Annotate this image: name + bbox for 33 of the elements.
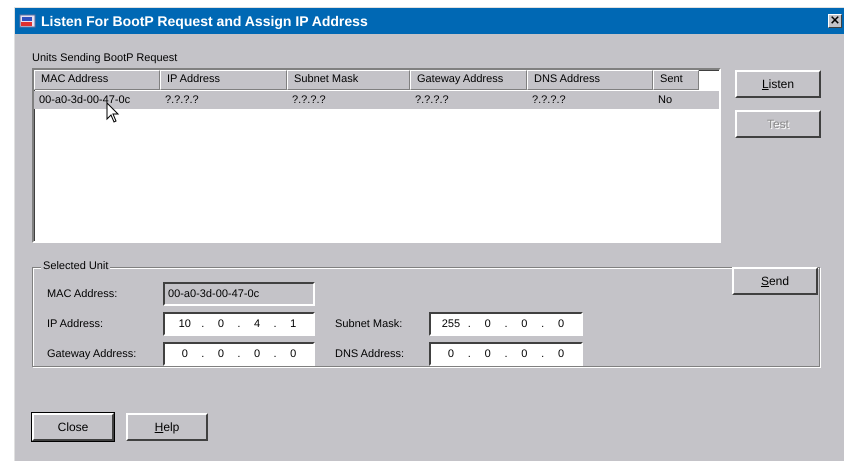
- column-header[interactable]: Gateway Address: [410, 70, 527, 90]
- window-title: Listen For BootP Request and Assign IP Address: [41, 13, 369, 29]
- mac-address-field: 00-a0-3d-00-47-0c: [163, 282, 315, 306]
- field-label: IP Address:: [47, 318, 104, 330]
- field-label: DNS Address:: [335, 348, 406, 360]
- column-header[interactable]: DNS Address: [527, 70, 653, 90]
- ip-address-field[interactable]: 255 . 0 . 0 . 0: [429, 312, 583, 336]
- field-label: Gateway Address:: [47, 348, 138, 360]
- close-dialog-button[interactable]: Close: [32, 413, 114, 441]
- column-header[interactable]: Sent: [653, 70, 699, 90]
- mouse-pointer-icon: [106, 102, 120, 124]
- table-cell-text: ?.?.?.?: [414, 94, 450, 106]
- help-button[interactable]: Help: [126, 413, 208, 441]
- group-label: Selected Unit: [41, 260, 110, 272]
- list-row[interactable]: 00-a0-3d-00-47-0c ?.?.?.? ?.?.?.? ?.?.?.? ?.?.?.? No: [34, 91, 719, 109]
- app-icon: [19, 13, 37, 29]
- column-header[interactable]: MAC Address: [34, 70, 160, 90]
- table-cell-text: ?.?.?.?: [531, 94, 567, 106]
- column-header[interactable]: Subnet Mask: [287, 70, 410, 90]
- close-button[interactable]: ×: [828, 14, 842, 28]
- ip-address-field[interactable]: 0 . 0 . 0 . 0: [163, 342, 315, 366]
- table-cell-text: ?.?.?.?: [291, 94, 327, 106]
- list-caption: Units Sending BootP Request: [32, 52, 178, 66]
- table-cell-text: ?.?.?.?: [164, 94, 200, 106]
- field-label: Subnet Mask:: [335, 318, 404, 330]
- listen-button[interactable]: Listen: [735, 70, 821, 98]
- field-label: MAC Address:: [47, 288, 118, 300]
- send-button[interactable]: Send: [732, 267, 818, 295]
- ip-address-field[interactable]: 0 . 0 . 0 . 0: [429, 342, 583, 366]
- table-cell-text: 00-a0-3d-00-47-0c: [38, 94, 132, 106]
- ip-address-field[interactable]: 10 . 0 . 4 . 1: [163, 312, 315, 336]
- table-cell-text: No: [657, 94, 674, 106]
- column-header[interactable]: IP Address: [160, 70, 287, 90]
